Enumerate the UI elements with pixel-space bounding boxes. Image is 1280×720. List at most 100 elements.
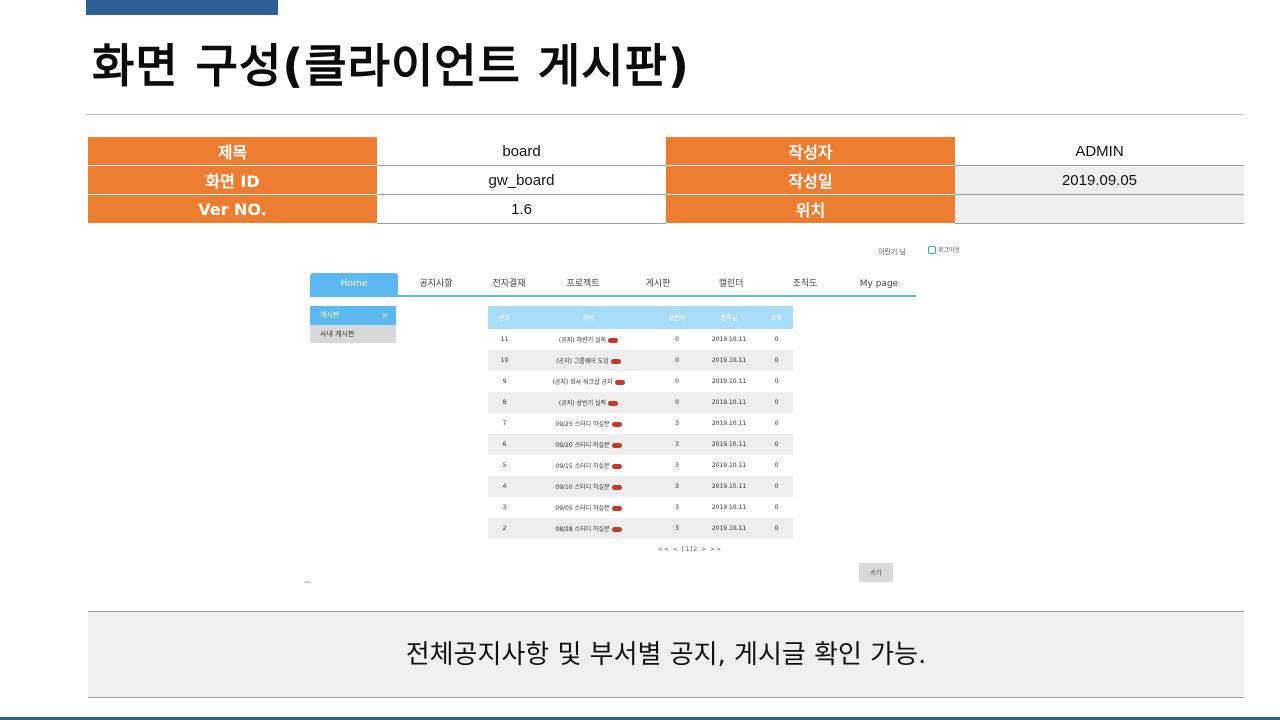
table-row[interactable]: 5 09/15 스터디 하실분 3 2019.10.11 0 (488, 455, 793, 476)
top-accent-bar (86, 0, 278, 15)
row-date: 2019.10.11 (711, 378, 747, 385)
row-title-link[interactable]: (공지) 그룹웨어 도입 (556, 358, 609, 365)
row-writer: 3 (675, 420, 679, 427)
column-header-date: 등록일 (698, 306, 760, 329)
hot-badge-icon (611, 506, 622, 511)
screen-description: 전체공지사항 및 부서별 공지, 게시글 확인 가능. (88, 611, 1244, 698)
row-views: 0 (760, 350, 793, 371)
row-title-link[interactable]: 09/10 스터디 하실분 (555, 484, 609, 491)
table-row[interactable]: 10 (공지) 그룹웨어 도입 0 2019.10.11 0 (488, 350, 793, 371)
row-views: 0 (760, 434, 793, 455)
main-navigation: Home 공지사항 전자결재 프로젝트 게시판 캘린더 조직도 My page (310, 273, 916, 297)
table-row[interactable]: 3 09/05 스터디 하실분 3 2019.10.11 0 (488, 497, 793, 518)
board-table: 번호 제목 글쓴이 등록일 조회 11 (공지) 하반기 실적 0 2019.1… (488, 306, 793, 539)
row-number: 4 (488, 476, 521, 497)
hot-badge-icon (610, 359, 621, 364)
row-writer: 3 (656, 518, 698, 539)
author-value: ADMIN (955, 137, 1244, 166)
title-divider (86, 114, 1244, 115)
nav-board[interactable]: 게시판 (622, 273, 694, 295)
row-title-cell: (공지) 상반기 실적 (521, 392, 656, 413)
document-info-table: 제목 board 작성자 ADMIN 화면 ID gw_board 작성일 20… (88, 137, 1244, 224)
row-title-link[interactable]: 09/05 스터디 하실분 (555, 505, 609, 512)
hot-badge-icon (611, 443, 622, 448)
row-date: 2019.10.11 (711, 420, 747, 427)
row-title-cell: (공지) 하반기 실적 (521, 329, 656, 350)
row-title-cell: (공지) 그룹웨어 도입 (521, 350, 656, 371)
row-title-cell: 09/05 스터디 하실분 (521, 497, 656, 518)
nav-approval[interactable]: 전자결재 (474, 273, 544, 295)
row-title-cell: 09/15 스터디 하실분 (521, 455, 656, 476)
row-title-link[interactable]: 09/15 스터디 하실분 (555, 463, 609, 470)
row-number: 6 (488, 434, 521, 455)
row-title-link[interactable]: 08/28 스터디 하실분 (555, 526, 609, 533)
date-label: 작성일 (666, 165, 955, 195)
slide-title: 화면 구성(클라이언트 게시판) (92, 39, 690, 93)
board-sidebar: 게시판 × 사내 게시판 (310, 306, 396, 343)
row-title-link[interactable]: 09/20 스터디 하실분 (555, 442, 609, 449)
screen-id-value: gw_board (377, 165, 666, 195)
nav-org-chart[interactable]: 조직도 (768, 273, 842, 295)
row-title-link[interactable]: (공지) 회사 워크샵 공지 (552, 379, 612, 386)
hot-badge-icon (611, 485, 622, 490)
column-header-views: 조회 (760, 306, 793, 329)
table-row[interactable]: 6 09/20 스터디 하실분 3 2019.10.11 0 (488, 434, 793, 455)
table-row[interactable]: 11 (공지) 하반기 실적 0 2019.10.11 0 (488, 329, 793, 350)
row-date: 2019.10.11 (698, 350, 760, 371)
row-title-link[interactable]: (공지) 하반기 실적 (559, 337, 606, 344)
row-writer: 3 (675, 504, 679, 511)
hot-badge-icon (611, 422, 622, 427)
hot-badge-icon (608, 338, 619, 343)
row-writer: 3 (675, 462, 679, 469)
row-title-link[interactable]: (공지) 상반기 실적 (559, 400, 606, 407)
sidebar-item-company-board[interactable]: 사내 게시판 (310, 325, 396, 343)
table-row[interactable]: 8 (공지) 상반기 실적 0 2019.10.11 0 (488, 392, 793, 413)
row-number: 3 (502, 504, 507, 511)
table-row[interactable]: 4 09/10 스터디 하실분 3 2019.10.11 0 (488, 476, 793, 497)
row-date: 2019.10.11 (711, 504, 747, 511)
author-label: 작성자 (666, 137, 955, 166)
row-date: 2019.10.11 (698, 392, 760, 413)
table-row[interactable]: 7 09/25 스터디 하실분 3 2019.10.11 0 (488, 413, 793, 434)
close-icon[interactable]: × (381, 306, 388, 325)
row-title-link[interactable]: 09/25 스터디 하실분 (555, 421, 609, 428)
row-views: 0 (760, 392, 793, 413)
nav-projects[interactable]: 프로젝트 (544, 273, 622, 295)
pagination[interactable]: << < [1]2 > >> (658, 546, 722, 553)
nav-calendar[interactable]: 캘린더 (694, 273, 768, 295)
tilde-mark: ~ (304, 578, 312, 588)
sidebar-header: 게시판 × (310, 306, 396, 325)
row-views: 0 (774, 504, 779, 511)
subject-value: board (377, 137, 666, 166)
board-header-row: 번호 제목 글쓴이 등록일 조회 (488, 306, 793, 329)
nav-home[interactable]: Home (310, 273, 398, 295)
row-date: 2019.10.11 (711, 336, 747, 343)
row-writer: 0 (656, 392, 698, 413)
row-number: 10 (488, 350, 521, 371)
version-label: Ver NO. (88, 194, 377, 224)
row-number: 5 (502, 462, 507, 469)
table-row[interactable]: 2 08/28 스터디 하실분 3 2019.10.11 0 (488, 518, 793, 539)
row-title-cell: 08/28 스터디 하실분 (521, 518, 656, 539)
row-views: 0 (774, 420, 779, 427)
row-number: 7 (502, 420, 507, 427)
row-number: 2 (488, 518, 521, 539)
row-writer: 0 (675, 378, 679, 385)
write-button[interactable]: 쓰기 (859, 563, 893, 582)
nav-notices[interactable]: 공지사항 (398, 273, 474, 295)
screen-id-label: 화면 ID (88, 165, 377, 195)
table-row[interactable]: 9 (공지) 회사 워크샵 공지 0 2019.10.11 0 (488, 371, 793, 392)
row-views: 0 (774, 462, 779, 469)
column-header-number: 번호 (488, 306, 521, 329)
column-header-title: 제목 (521, 306, 656, 329)
version-value: 1.6 (377, 194, 666, 224)
subject-label: 제목 (88, 137, 377, 166)
location-label: 위치 (666, 194, 955, 224)
row-title-cell: (공지) 회사 워크샵 공지 (521, 371, 656, 392)
row-title-cell: 09/10 스터디 하실분 (521, 476, 656, 497)
logout-link[interactable]: 로그아웃 (928, 245, 960, 254)
row-number: 11 (500, 336, 509, 343)
row-writer: 0 (656, 350, 698, 371)
nav-my-page[interactable]: My page (842, 273, 916, 295)
hot-badge-icon (611, 464, 622, 469)
